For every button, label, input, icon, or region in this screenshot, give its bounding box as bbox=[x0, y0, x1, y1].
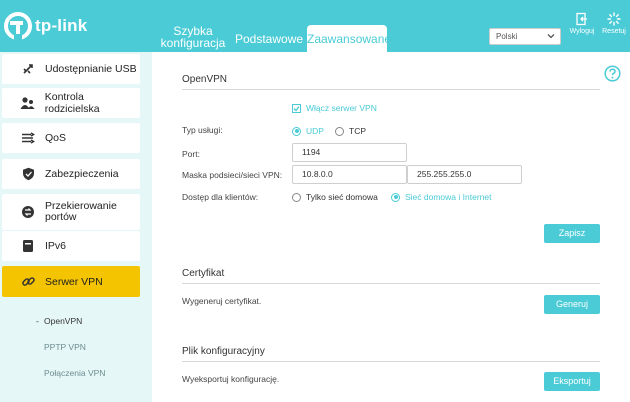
port-forwarding-icon bbox=[20, 204, 36, 220]
save-button[interactable]: Zapisz bbox=[544, 224, 600, 243]
sidebar-subitem-pptp-vpn[interactable]: PPTP VPN bbox=[44, 342, 86, 352]
radio-selected-icon bbox=[391, 192, 400, 202]
header: tp-link Szybka konfiguracja Podstawowe Z… bbox=[0, 0, 630, 52]
tab-basic-label: Podstawowe bbox=[235, 32, 304, 46]
language-value: Polski bbox=[496, 32, 518, 41]
radio-selected-icon bbox=[292, 126, 301, 136]
tp-link-logo-icon bbox=[4, 12, 32, 40]
config-file-section-title: Plik konfiguracyjny bbox=[182, 346, 265, 357]
logout-label: Wyloguj bbox=[569, 28, 595, 35]
qos-icon bbox=[20, 130, 36, 146]
tab-advanced-label: Zaawansowane bbox=[307, 32, 392, 46]
netmask-input[interactable]: 255.255.255.0 bbox=[407, 165, 522, 184]
sidebar-item-label: Kontrola rodzicielska bbox=[44, 91, 100, 115]
certificate-description: Wygeneruj certyfikat. bbox=[182, 296, 262, 306]
help-icon[interactable] bbox=[604, 65, 621, 82]
reset-label: Resetuj bbox=[602, 28, 626, 35]
section-divider bbox=[182, 361, 600, 362]
sidebar-item-usb-sharing[interactable]: Udostępnianie USB bbox=[2, 54, 140, 84]
checkbox-checked-icon bbox=[292, 103, 301, 113]
tab-advanced[interactable]: Zaawansowane bbox=[307, 25, 391, 52]
logout-icon bbox=[576, 12, 587, 26]
service-type-label: Typ usługi: bbox=[182, 125, 223, 135]
section-divider bbox=[182, 89, 600, 90]
port-label: Port: bbox=[182, 149, 200, 159]
home-network-only-radio[interactable]: Tylko sieć domowa bbox=[292, 192, 378, 202]
logo-text: tp-link bbox=[35, 16, 88, 35]
tab-quick-setup-line2: konfiguracja bbox=[160, 36, 226, 50]
port-input[interactable]: 1194 bbox=[292, 143, 407, 162]
sidebar-item-label: Serwer VPN bbox=[45, 275, 103, 288]
link-icon bbox=[20, 274, 36, 290]
udp-label: UDP bbox=[306, 126, 324, 136]
udp-radio[interactable]: UDP bbox=[292, 126, 324, 136]
sidebar-item-vpn-server[interactable]: Serwer VPN bbox=[2, 266, 140, 297]
tp-link-logo[interactable]: tp-link bbox=[4, 12, 87, 40]
ipv6-icon bbox=[20, 238, 36, 254]
sidebar-subitem-label: OpenVPN bbox=[44, 316, 83, 326]
shield-icon bbox=[20, 166, 36, 182]
sidebar-item-label: QoS bbox=[45, 132, 67, 144]
sidebar-item-qos[interactable]: QoS bbox=[2, 123, 140, 153]
generate-button[interactable]: Generuj bbox=[544, 295, 600, 314]
certificate-section-title: Certyfikat bbox=[182, 268, 225, 279]
radio-unselected-icon bbox=[292, 192, 301, 202]
home-network-only-label: Tylko sieć domowa bbox=[306, 192, 378, 202]
parental-control-icon bbox=[20, 95, 36, 111]
enable-vpn-label: Włącz serwer VPN bbox=[306, 103, 377, 113]
export-button[interactable]: Eksportuj bbox=[544, 372, 600, 391]
tab-quick-setup[interactable]: Szybka konfiguracja bbox=[158, 25, 228, 53]
home-and-internet-label: Sieć domowa i Internet bbox=[405, 192, 492, 202]
enable-vpn-checkbox[interactable]: Włącz serwer VPN bbox=[292, 103, 377, 113]
sidebar-item-parental-control[interactable]: Kontrola rodzicielska bbox=[2, 88, 140, 118]
section-divider bbox=[182, 283, 600, 284]
sidebar-item-label: IPv6 bbox=[45, 240, 67, 252]
sidebar-subitem-label: PPTP VPN bbox=[44, 342, 86, 352]
tcp-label: TCP bbox=[349, 126, 366, 136]
sidebar-item-label: portów bbox=[45, 211, 77, 223]
reset-button[interactable]: Resetuj bbox=[598, 12, 630, 35]
sidebar-item-label: Udostępnianie USB bbox=[45, 63, 137, 75]
subnet-label: Maska podsieci/sieci VPN: bbox=[182, 170, 283, 180]
sidebar-item-label-wrap: Przekierowanie portów bbox=[45, 201, 117, 223]
subnet-input[interactable]: 10.8.0.0 bbox=[292, 165, 407, 184]
sidebar-subitem-openvpn[interactable]: OpenVPN bbox=[36, 316, 83, 326]
radio-unselected-icon bbox=[335, 126, 344, 136]
sidebar-item-ipv6[interactable]: IPv6 bbox=[2, 231, 140, 261]
sidebar-subitem-vpn-connections[interactable]: Połączenia VPN bbox=[44, 368, 105, 378]
openvpn-section-title: OpenVPN bbox=[182, 74, 228, 85]
sidebar-item-security[interactable]: Zabezpieczenia bbox=[2, 159, 140, 189]
tcp-radio[interactable]: TCP bbox=[335, 126, 366, 136]
sidebar-subitem-label: Połączenia VPN bbox=[44, 368, 106, 378]
sidebar-item-label: Zabezpieczenia bbox=[45, 168, 119, 180]
language-select[interactable]: Polski bbox=[489, 28, 561, 45]
logout-button[interactable]: Wyloguj bbox=[566, 12, 598, 35]
chevron-down-icon bbox=[547, 34, 555, 39]
reset-icon bbox=[607, 12, 621, 26]
home-and-internet-radio[interactable]: Sieć domowa i Internet bbox=[391, 192, 491, 202]
sidebar-item-port-forwarding[interactable]: Przekierowanie portów bbox=[2, 194, 140, 230]
usb-icon bbox=[20, 61, 36, 77]
client-access-label: Dostęp dla klientów: bbox=[182, 192, 259, 202]
config-file-description: Wyeksportuj konfigurację. bbox=[182, 374, 280, 384]
